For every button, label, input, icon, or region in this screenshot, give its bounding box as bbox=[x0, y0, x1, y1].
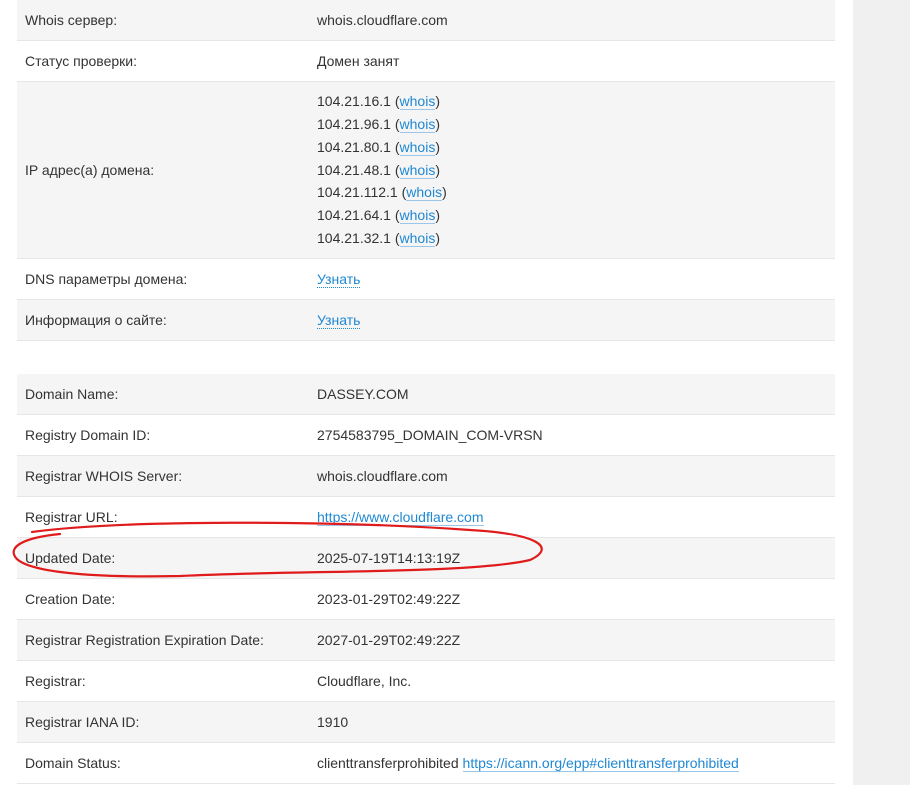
table-row: Updated Date: 2025-07-19T14:13:19Z bbox=[17, 538, 835, 579]
registrar-url-label: Registrar URL: bbox=[25, 509, 118, 525]
registrar-value: Cloudflare, Inc. bbox=[317, 673, 412, 689]
domain-name-label: Domain Name: bbox=[25, 386, 119, 402]
ip-item: 104.21.80.1 (whois) bbox=[317, 138, 440, 156]
ip-address: 104.21.96.1 bbox=[317, 116, 391, 132]
ip-whois-link[interactable]: whois bbox=[399, 229, 436, 247]
registry-id-label: Registry Domain ID: bbox=[25, 427, 151, 443]
expiration-date-value: 2027-01-29T02:49:22Z bbox=[317, 632, 461, 648]
domain-status-value: clienttransferprohibited bbox=[317, 755, 459, 771]
ip-whois-link[interactable]: whois bbox=[399, 161, 436, 179]
ip-label: IP адрес(а) домена: bbox=[25, 162, 155, 178]
ip-address: 104.21.80.1 bbox=[317, 138, 391, 155]
ip-whois-link[interactable]: whois bbox=[406, 184, 443, 202]
table-row: IP адрес(а) домена: 104.21.16.1 (whois) … bbox=[17, 82, 835, 259]
whois-server-value: whois.cloudflare.com bbox=[317, 12, 448, 28]
table-row: Domain Status: clienttransferprohibited … bbox=[17, 743, 835, 784]
ip-list: 104.21.16.1 (whois) 104.21.96.1 (whois) … bbox=[317, 90, 835, 250]
table-row: Whois сервер: whois.cloudflare.com bbox=[17, 0, 835, 41]
status-label: Статус проверки: bbox=[25, 53, 137, 69]
ip-item: 104.21.112.1 (whois) bbox=[317, 184, 447, 202]
table-row: Registrar Registration Expiration Date: … bbox=[17, 620, 835, 661]
expiration-date-label: Registrar Registration Expiration Date: bbox=[25, 632, 264, 648]
ip-item: 104.21.16.1 (whois) bbox=[317, 93, 440, 111]
ip-address: 104.21.64.1 bbox=[317, 207, 391, 224]
site-info-link[interactable]: Узнать bbox=[317, 312, 361, 329]
whois-server-label: Whois сервер: bbox=[25, 12, 118, 28]
ip-address: 104.21.112.1 bbox=[317, 184, 398, 201]
registrar-whois-value: whois.cloudflare.com bbox=[317, 468, 448, 484]
ip-address: 104.21.16.1 bbox=[317, 93, 391, 110]
creation-date-value: 2023-01-29T02:49:22Z bbox=[317, 591, 461, 607]
iana-id-value: 1910 bbox=[317, 714, 349, 730]
registrar-whois-label: Registrar WHOIS Server: bbox=[25, 468, 183, 484]
ip-item: 104.21.96.1 (whois) bbox=[317, 116, 440, 133]
table-row: Creation Date: 2023-01-29T02:49:22Z bbox=[17, 579, 835, 620]
domain-status-label: Domain Status: bbox=[25, 755, 121, 771]
table-row: DNS параметры домена: Узнать bbox=[17, 259, 835, 300]
table-row: Registrar WHOIS Server: whois.cloudflare… bbox=[17, 456, 835, 497]
whois-summary-table: Whois сервер: whois.cloudflare.com Стату… bbox=[17, 0, 835, 341]
ip-item: 104.21.64.1 (whois) bbox=[317, 207, 440, 225]
registrar-label: Registrar: bbox=[25, 673, 86, 689]
ip-item: 104.21.48.1 (whois) bbox=[317, 161, 440, 179]
ip-whois-link[interactable]: whois bbox=[399, 207, 436, 225]
creation-date-label: Creation Date: bbox=[25, 591, 116, 607]
table-row: Registry Domain ID: 2754583795_DOMAIN_CO… bbox=[17, 415, 835, 456]
domain-status-link[interactable]: https://icann.org/epp#clienttransferproh… bbox=[462, 755, 739, 772]
ip-address: 104.21.48.1 bbox=[317, 161, 391, 178]
dns-lookup-link[interactable]: Узнать bbox=[317, 271, 361, 288]
iana-id-label: Registrar IANA ID: bbox=[25, 714, 140, 730]
ip-whois-link[interactable]: whois bbox=[399, 93, 436, 111]
table-row: Registrar IANA ID: 1910 bbox=[17, 702, 835, 743]
table-row: Информация о сайте: Узнать bbox=[17, 300, 835, 341]
right-sidebar bbox=[853, 0, 910, 785]
registrar-url-link[interactable]: https://www.cloudflare.com bbox=[317, 509, 484, 526]
domain-name-value: DASSEY.COM bbox=[317, 386, 409, 402]
site-info-label: Информация о сайте: bbox=[25, 312, 167, 328]
table-row: Registrar URL: https://www.cloudflare.co… bbox=[17, 497, 835, 538]
whois-record-table: Domain Name: DASSEY.COM Registry Domain … bbox=[17, 374, 835, 784]
updated-date-label: Updated Date: bbox=[25, 550, 116, 566]
table-row: Domain Name: DASSEY.COM bbox=[17, 374, 835, 415]
updated-date-value: 2025-07-19T14:13:19Z bbox=[317, 550, 461, 566]
dns-label: DNS параметры домена: bbox=[25, 271, 188, 287]
ip-whois-link[interactable]: whois bbox=[399, 138, 436, 156]
ip-item: 104.21.32.1 (whois) bbox=[317, 229, 440, 247]
table-row: Статус проверки: Домен занят bbox=[17, 41, 835, 82]
status-value: Домен занят bbox=[317, 53, 400, 69]
table-row: Registrar: Cloudflare, Inc. bbox=[17, 661, 835, 702]
ip-whois-link[interactable]: whois bbox=[399, 116, 436, 133]
registry-id-value: 2754583795_DOMAIN_COM-VRSN bbox=[317, 427, 543, 443]
ip-address: 104.21.32.1 bbox=[317, 229, 391, 246]
